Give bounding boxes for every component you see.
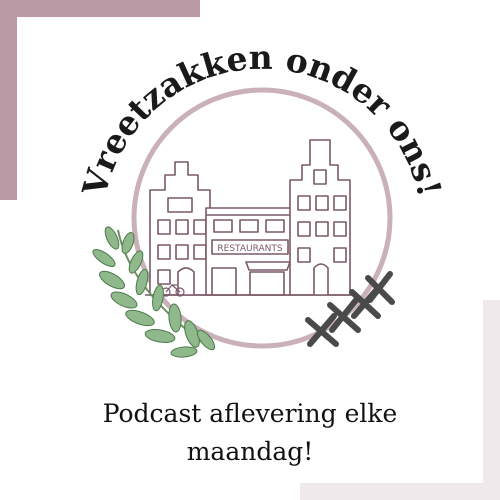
buildings-illustration	[145, 139, 355, 296]
tagline-line-1: Podcast aflevering elke	[102, 399, 398, 428]
tagline: Podcast aflevering elke maandag!	[60, 395, 440, 471]
restaurant-sign: RESTAURANTS	[217, 244, 282, 254]
logo-title: Vreetzakken onder ons!	[74, 38, 449, 201]
tagline-line-2: maandag!	[186, 437, 314, 466]
